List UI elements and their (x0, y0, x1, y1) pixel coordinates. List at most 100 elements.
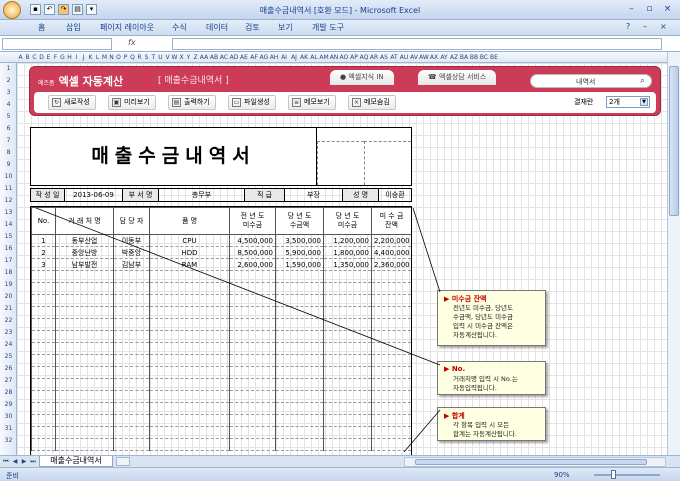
table-cell[interactable] (31, 342, 56, 355)
table-cell[interactable] (113, 294, 150, 307)
table-cell[interactable] (113, 438, 150, 451)
table-cell[interactable] (149, 318, 230, 331)
table-cell[interactable] (55, 378, 114, 391)
stamp-box[interactable] (364, 141, 411, 185)
new-button[interactable]: ↻ 새로작성 (48, 95, 96, 110)
table-cell[interactable] (275, 342, 324, 355)
table-cell[interactable] (275, 402, 324, 415)
minimize-icon[interactable]: – (625, 3, 638, 16)
name-box[interactable] (2, 38, 112, 50)
table-cell[interactable] (113, 306, 150, 319)
column-header[interactable]: AK (299, 52, 309, 62)
table-cell[interactable] (275, 294, 324, 307)
table-cell[interactable]: 동부산업 (55, 234, 114, 247)
table-cell[interactable] (113, 402, 150, 415)
column-header[interactable]: C (31, 52, 38, 62)
column-header[interactable]: W (171, 52, 178, 62)
table-cell[interactable] (55, 426, 114, 439)
sheet-tab[interactable]: 매출수금내역서 (39, 456, 113, 467)
table-cell[interactable] (323, 270, 372, 283)
tab-insert[interactable]: 삽입 (66, 22, 81, 33)
table-cell[interactable] (371, 306, 411, 319)
name-value[interactable]: 이승환 (379, 189, 411, 201)
column-header[interactable]: AJ (289, 52, 299, 62)
search-icon[interactable]: ⌕ (640, 76, 645, 86)
column-header[interactable]: AI (279, 52, 289, 62)
note-total[interactable]: ▶ 합계 각 항목 입력 시 모든 합계는 자동계산됩니다. (437, 407, 546, 441)
table-cell[interactable]: 3,500,000 (275, 234, 324, 247)
row-header[interactable]: 32 (0, 437, 17, 444)
column-header[interactable]: F (52, 52, 59, 62)
first-sheet-icon[interactable]: ⏮ (2, 457, 10, 466)
row-header[interactable]: 8 (0, 149, 17, 156)
column-header[interactable]: AQ (359, 52, 369, 62)
table-cell[interactable] (31, 294, 56, 307)
column-header[interactable]: X (178, 52, 185, 62)
table-cell[interactable] (371, 438, 411, 451)
table-cell[interactable] (323, 366, 372, 379)
table-cell[interactable] (149, 378, 230, 391)
table-cell[interactable] (31, 366, 56, 379)
link-excel-consult[interactable]: ☎ 엑셀상담 서비스 (418, 70, 497, 85)
table-cell[interactable]: 3 (31, 258, 56, 271)
column-header[interactable]: A (17, 52, 24, 62)
column-header[interactable]: AZ (449, 52, 459, 62)
zoom-handle[interactable] (611, 470, 616, 479)
close-icon[interactable]: × (661, 3, 674, 16)
table-cell[interactable] (149, 354, 230, 367)
table-cell[interactable] (149, 414, 230, 427)
tab-formulas[interactable]: 수식 (172, 22, 187, 33)
table-cell[interactable] (113, 342, 150, 355)
table-cell[interactable] (113, 270, 150, 283)
restore-icon[interactable]: ▫ (643, 3, 656, 16)
table-cell[interactable] (55, 270, 114, 283)
table-cell[interactable] (55, 330, 114, 343)
column-header[interactable]: U (157, 52, 164, 62)
table-cell[interactable] (275, 330, 324, 343)
table-cell[interactable] (149, 402, 230, 415)
row-header[interactable]: 15 (0, 233, 17, 240)
table-cell[interactable] (55, 366, 114, 379)
memo-show-button[interactable]: ≡ 메모보기 (288, 95, 336, 110)
row-header[interactable]: 24 (0, 341, 17, 348)
table-cell[interactable] (275, 366, 324, 379)
row-header[interactable]: 25 (0, 353, 17, 360)
table-cell[interactable] (275, 306, 324, 319)
chevron-down-icon[interactable]: ▼ (640, 98, 648, 106)
table-cell[interactable] (31, 306, 56, 319)
table-cell[interactable] (371, 318, 411, 331)
column-header[interactable]: BA (459, 52, 469, 62)
column-header[interactable]: B (24, 52, 31, 62)
table-cell[interactable]: RAM (149, 258, 230, 271)
column-header[interactable]: Q (129, 52, 136, 62)
table-cell[interactable] (55, 318, 114, 331)
row-header[interactable]: 19 (0, 281, 17, 288)
tab-review[interactable]: 검토 (245, 22, 260, 33)
insert-sheet-icon[interactable] (116, 457, 130, 466)
table-cell[interactable]: 1,590,000 (275, 258, 324, 271)
table-cell[interactable]: 2,360,000 (371, 258, 411, 271)
column-header[interactable]: O (115, 52, 122, 62)
stamp-box[interactable] (317, 141, 364, 185)
prev-sheet-icon[interactable]: ◀ (11, 457, 19, 466)
row-header[interactable]: 30 (0, 413, 17, 420)
fx-icon[interactable]: fx (128, 38, 142, 50)
table-cell[interactable] (229, 342, 276, 355)
table-cell[interactable] (149, 294, 230, 307)
column-header[interactable]: AN (329, 52, 339, 62)
print-button[interactable]: ▤ 출력하기 (168, 95, 216, 110)
table-cell[interactable] (55, 306, 114, 319)
column-header[interactable]: D (38, 52, 45, 62)
table-cell[interactable] (229, 366, 276, 379)
note-no[interactable]: ▶ No. 거래처명 입력 시 No.는 자동입력됩니다. (437, 361, 546, 395)
column-header[interactable]: J (80, 52, 87, 62)
table-cell[interactable] (371, 414, 411, 427)
column-header[interactable]: K (87, 52, 94, 62)
row-header[interactable]: 6 (0, 125, 17, 132)
column-header[interactable]: L (94, 52, 101, 62)
vertical-scrollbar[interactable] (667, 52, 680, 455)
tab-developer[interactable]: 개발 도구 (312, 22, 344, 33)
table-cell[interactable]: 이동부 (113, 234, 150, 247)
table-cell[interactable] (229, 378, 276, 391)
table-cell[interactable]: 1,200,000 (323, 234, 372, 247)
